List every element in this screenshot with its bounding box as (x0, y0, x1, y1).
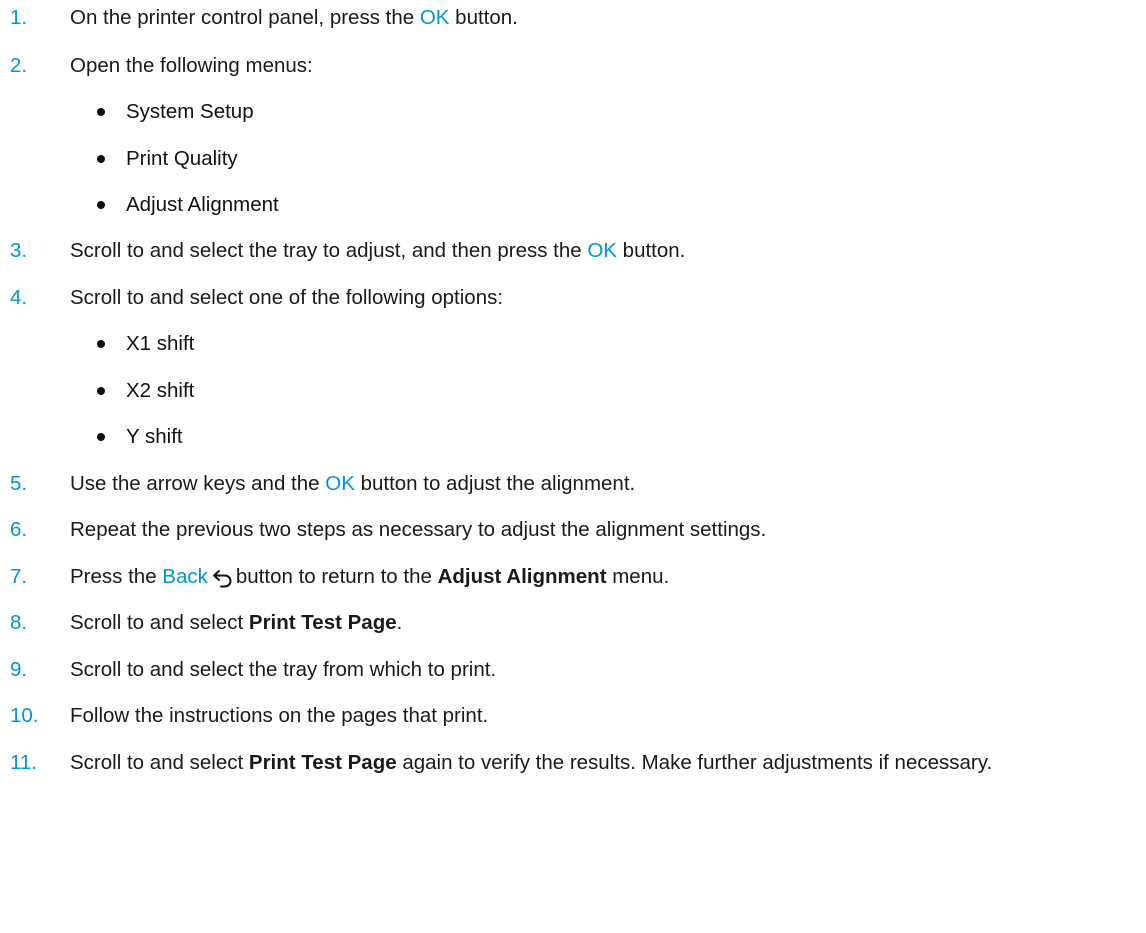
step-text-part: again to verify the results. Make furthe… (396, 751, 993, 774)
ok-button-label: OK (419, 6, 450, 29)
step-text: Repeat the previous two steps as necessa… (70, 518, 767, 541)
menu-name: Adjust Alignment (437, 565, 607, 588)
step-number: 11. (10, 751, 37, 774)
menu-item-label: System Setup (126, 100, 254, 123)
step-text: Follow the instructions on the pages tha… (70, 704, 489, 727)
step-number: 1. (10, 6, 28, 29)
option-item: Y shift (0, 422, 1146, 452)
step-number: 5. (10, 472, 28, 495)
instruction-document: 1. On the printer control panel, press t… (0, 0, 1146, 933)
step-text: Press the Back button to return to the A… (70, 562, 669, 592)
step-text-part: Scroll to and select (70, 611, 249, 634)
step-text-part: Scroll to and select (70, 751, 249, 774)
option-label: X2 shift (126, 379, 195, 402)
step-text: Scroll to and select the tray to adjust,… (70, 236, 685, 266)
step-text: Scroll to and select one of the followin… (70, 286, 504, 309)
step-number: 6. (10, 518, 28, 541)
bullet-icon (97, 155, 105, 163)
step-text-part: . (396, 611, 403, 634)
step-text-part: Scroll to and select the tray to adjust,… (70, 239, 588, 262)
step-6: 6. Repeat the previous two steps as nece… (0, 515, 1146, 545)
step-10: 10. Follow the instructions on the pages… (0, 701, 1146, 731)
ok-button-label: OK (325, 472, 355, 495)
step-1: 1. On the printer control panel, press t… (0, 3, 1146, 33)
step-7: 7. Press the Back button to return to th… (0, 562, 1146, 592)
step-text-part: button. (449, 6, 518, 29)
menu-item: Adjust Alignment (0, 190, 1146, 220)
option-item: X2 shift (0, 376, 1146, 406)
bullet-icon (97, 387, 105, 395)
bullet-icon (97, 340, 105, 348)
menu-item-label: Print Quality (126, 147, 238, 170)
step-text: Scroll to and select Print Test Page aga… (70, 748, 992, 778)
step-number: 7. (10, 565, 28, 588)
step-text: Use the arrow keys and the OK button to … (70, 469, 635, 499)
step-5: 5. Use the arrow keys and the OK button … (0, 469, 1146, 499)
step-number: 8. (10, 611, 28, 634)
step-text-part: menu. (606, 565, 670, 588)
step-text-part: Press the (70, 565, 163, 588)
step-8: 8. Scroll to and select Print Test Page. (0, 608, 1146, 638)
option-label: X1 shift (126, 332, 195, 355)
option-label: Y shift (126, 425, 183, 448)
step-number: 4. (10, 286, 28, 309)
ok-button-label: OK (587, 239, 617, 262)
bullet-icon (97, 433, 105, 441)
step-text-part: Use the arrow keys and the (70, 472, 326, 495)
step-9: 9. Scroll to and select the tray from wh… (0, 655, 1146, 685)
step-text: Scroll to and select Print Test Page. (70, 608, 402, 638)
menu-item-name: Print Test Page (248, 751, 397, 774)
step-text: On the printer control panel, press the … (70, 3, 518, 33)
bullet-icon (97, 108, 105, 116)
back-arrow-icon (212, 569, 232, 588)
step-4: 4. Scroll to and select one of the follo… (0, 283, 1146, 313)
step-text-part: On the printer control panel, press the (70, 6, 420, 29)
step-3: 3. Scroll to and select the tray to adju… (0, 236, 1146, 266)
back-button-label: Back (162, 565, 208, 588)
menu-item: Print Quality (0, 144, 1146, 174)
option-item: X1 shift (0, 329, 1146, 359)
step-text-part: button to return to the (235, 565, 438, 588)
step-text-part: button to adjust the alignment. (354, 472, 636, 495)
step-text-part: button. (616, 239, 686, 262)
step-number: 9. (10, 658, 28, 681)
menu-item: System Setup (0, 97, 1146, 127)
menu-item-name: Print Test Page (248, 611, 397, 634)
step-11: 11. Scroll to and select Print Test Page… (0, 748, 1146, 778)
menu-item-label: Adjust Alignment (126, 193, 279, 216)
step-text: Scroll to and select the tray from which… (70, 658, 497, 681)
step-text: Open the following menus: (70, 54, 313, 77)
step-number: 10. (10, 704, 39, 727)
step-2: 2. Open the following menus: (0, 51, 1146, 81)
step-number: 2. (10, 54, 28, 77)
bullet-icon (97, 201, 105, 209)
step-number: 3. (10, 239, 28, 262)
